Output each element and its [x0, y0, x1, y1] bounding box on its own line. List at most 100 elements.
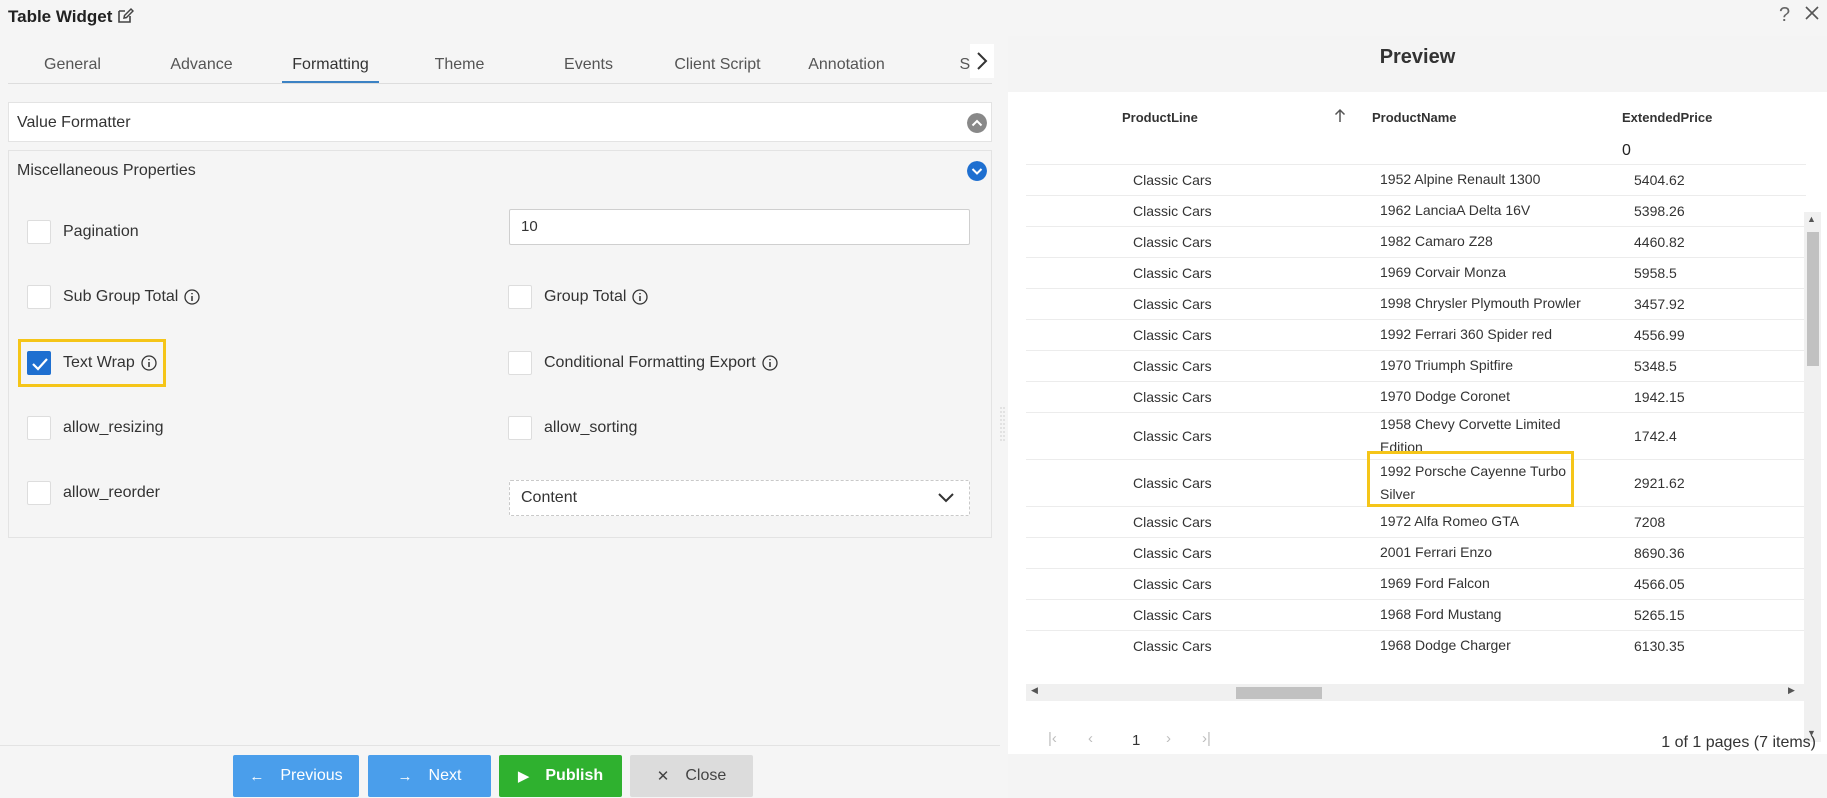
- table-row[interactable]: Classic Cars 1998 Chrysler Plymouth Prow…: [1026, 288, 1806, 319]
- cell-productname: 1969 Ford Falcon: [1380, 575, 1490, 591]
- horizontal-scroll-thumb[interactable]: [1236, 687, 1322, 699]
- chevron-down-icon[interactable]: [967, 161, 987, 181]
- page-size-input[interactable]: 10: [509, 209, 970, 245]
- cell-productline: Classic Cars: [1133, 234, 1212, 250]
- cell-productline: Classic Cars: [1133, 203, 1212, 219]
- info-icon[interactable]: [632, 289, 649, 305]
- current-page-number[interactable]: 1: [1132, 732, 1140, 749]
- tab-events[interactable]: Events: [524, 46, 653, 83]
- text-wrap-label: Text Wrap: [63, 354, 135, 371]
- publish-button-label: Publish: [545, 767, 604, 784]
- info-icon[interactable]: [141, 355, 157, 371]
- table-row[interactable]: Classic Cars 1992 Ferrari 360 Spider red…: [1026, 319, 1806, 350]
- close-icon: ✕: [656, 768, 670, 785]
- first-page-icon[interactable]: |‹: [1048, 730, 1057, 747]
- allow-sorting-checkbox[interactable]: [508, 416, 532, 440]
- table-row[interactable]: Classic Cars 1962 LanciaA Delta 16V 5398…: [1026, 195, 1806, 226]
- prev-page-icon[interactable]: ‹: [1088, 730, 1093, 747]
- widget-title: Table Widget: [8, 7, 113, 26]
- publish-button[interactable]: ▶ Publish: [499, 755, 622, 797]
- info-icon[interactable]: [762, 355, 778, 371]
- text-wrap-checkbox[interactable]: [27, 351, 51, 375]
- table-row[interactable]: Classic Cars 1970 Triumph Spitfire 5348.…: [1026, 350, 1806, 381]
- close-button-label: Close: [685, 767, 727, 784]
- wrapped-cell-highlight: [1367, 451, 1574, 507]
- column-header-productline[interactable]: ProductLine: [1122, 110, 1198, 125]
- info-icon[interactable]: [184, 289, 200, 305]
- value-formatter-header[interactable]: Value Formatter: [9, 103, 991, 143]
- cell-extendedprice: 7208: [1634, 514, 1666, 530]
- allow-sorting-option: allow_sorting: [508, 413, 637, 443]
- allow-resizing-checkbox[interactable]: [27, 416, 51, 440]
- horizontal-scrollbar[interactable]: ◀ ▶: [1026, 684, 1804, 701]
- column-header-extendedprice[interactable]: ExtendedPrice: [1622, 110, 1712, 125]
- wrap-mode-select[interactable]: Content: [509, 480, 970, 516]
- previous-button[interactable]: ← Previous: [233, 755, 359, 797]
- scroll-up-icon[interactable]: ▲: [1807, 214, 1816, 224]
- tab-general[interactable]: General: [8, 46, 137, 83]
- close-button[interactable]: ✕ Close: [630, 755, 753, 797]
- scroll-left-icon[interactable]: ◀: [1031, 685, 1038, 696]
- cell-extendedprice: 3457.92: [1634, 296, 1685, 312]
- sort-ascending-icon[interactable]: [1333, 108, 1347, 124]
- page-info: 1 of 1 pages (7 items): [1661, 734, 1816, 751]
- cell-productline: Classic Cars: [1133, 428, 1212, 444]
- next-page-icon[interactable]: ›: [1166, 730, 1171, 747]
- cell-productname: 1952 Alpine Renault 1300: [1380, 171, 1541, 187]
- cell-productline: Classic Cars: [1133, 475, 1212, 491]
- group-total-checkbox[interactable]: [508, 285, 532, 309]
- last-page-icon[interactable]: ›|: [1202, 730, 1211, 747]
- cell-extendedprice: 4566.05: [1634, 576, 1685, 592]
- help-icon[interactable]: ?: [1779, 4, 1790, 27]
- cell-productline: Classic Cars: [1133, 265, 1212, 281]
- vertical-scroll-thumb[interactable]: [1807, 232, 1819, 366]
- tab-advance[interactable]: Advance: [137, 46, 266, 83]
- text-wrap-option: Text Wrap: [27, 348, 157, 378]
- table-row[interactable]: Classic Cars 1952 Alpine Renault 1300 54…: [1026, 164, 1806, 195]
- conditional-formatting-export-checkbox[interactable]: [508, 351, 532, 375]
- cell-productline: Classic Cars: [1133, 358, 1212, 374]
- allow-resizing-option: allow_resizing: [27, 413, 164, 443]
- next-button[interactable]: → Next: [368, 755, 491, 797]
- sub-group-total-checkbox[interactable]: [27, 285, 51, 309]
- wrap-mode-value: Content: [521, 489, 578, 506]
- table-row[interactable]: Classic Cars 1982 Camaro Z28 4460.82: [1026, 226, 1806, 257]
- table-row[interactable]: Classic Cars 1969 Corvair Monza 5958.5: [1026, 257, 1806, 288]
- cell-extendedprice: 6130.35: [1634, 638, 1685, 654]
- column-header-productname[interactable]: ProductName: [1372, 110, 1457, 125]
- title-bar: Table Widget ?: [0, 0, 1827, 36]
- cell-extendedprice: 8690.36: [1634, 545, 1685, 561]
- table-row[interactable]: Classic Cars 1972 Alfa Romeo GTA 7208: [1026, 506, 1806, 537]
- pagination-checkbox[interactable]: [27, 220, 51, 244]
- cell-extendedprice: 1942.15: [1634, 389, 1685, 405]
- table-row[interactable]: Classic Cars 2001 Ferrari Enzo 8690.36: [1026, 537, 1806, 568]
- tab-client-script[interactable]: Client Script: [653, 46, 782, 83]
- table-row[interactable]: Classic Cars 1969 Ford Falcon 4566.05: [1026, 568, 1806, 599]
- previous-button-label: Previous: [280, 767, 343, 784]
- tab-scroll-right-icon[interactable]: [970, 44, 994, 78]
- tab-annotation[interactable]: Annotation: [782, 46, 911, 83]
- preview-title: Preview: [1379, 46, 1456, 68]
- arrow-left-icon: ←: [249, 767, 265, 785]
- scroll-right-icon[interactable]: ▶: [1788, 685, 1795, 696]
- misc-properties-header[interactable]: Miscellaneous Properties: [9, 151, 991, 191]
- table-row[interactable]: Classic Cars 1968 Ford Mustang 5265.15: [1026, 599, 1806, 630]
- allow-reorder-checkbox[interactable]: [27, 481, 51, 505]
- table-row[interactable]: Classic Cars 1968 Dodge Charger 6130.35: [1026, 630, 1806, 661]
- tab-formatting[interactable]: Formatting: [266, 46, 395, 83]
- cell-extendedprice: 5958.5: [1634, 265, 1677, 281]
- filter-value: 0: [1622, 142, 1631, 159]
- allow-resizing-label: allow_resizing: [63, 419, 164, 436]
- cell-productline: Classic Cars: [1133, 514, 1212, 530]
- panel-resize-handle[interactable]: [1000, 405, 1006, 445]
- edit-icon[interactable]: [116, 7, 134, 25]
- cell-extendedprice: 4556.99: [1634, 327, 1685, 343]
- cell-productline: Classic Cars: [1133, 607, 1212, 623]
- cell-productline: Classic Cars: [1133, 545, 1212, 561]
- close-icon[interactable]: [1803, 4, 1821, 22]
- arrow-right-icon: →: [397, 767, 413, 785]
- table-row[interactable]: Classic Cars 1970 Dodge Coronet 1942.15: [1026, 381, 1806, 412]
- vertical-scrollbar[interactable]: ▲ ▼: [1804, 212, 1821, 742]
- chevron-up-icon[interactable]: [967, 113, 987, 133]
- tab-theme[interactable]: Theme: [395, 46, 524, 83]
